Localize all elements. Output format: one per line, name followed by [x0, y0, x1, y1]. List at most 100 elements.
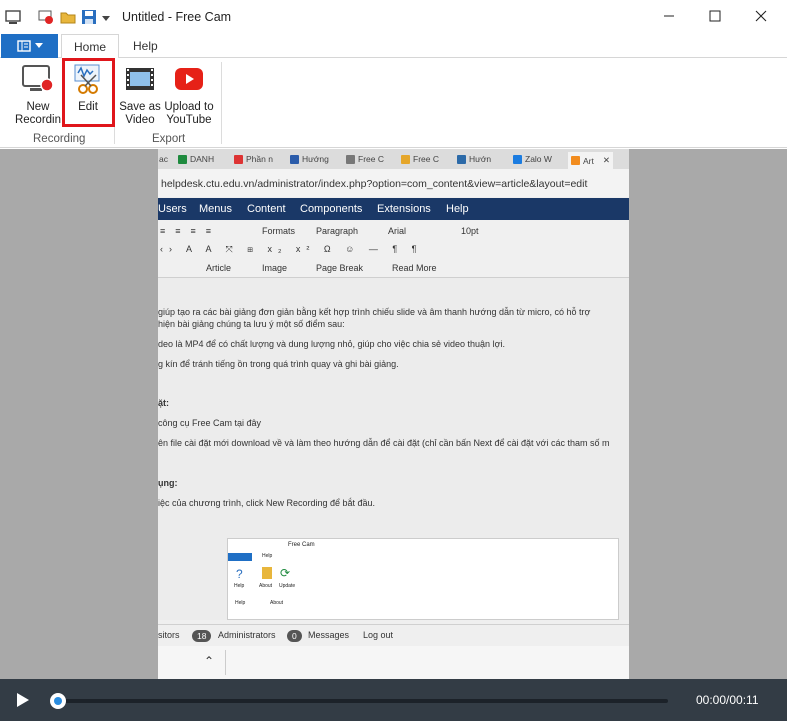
maximize-icon — [709, 10, 721, 22]
mini-update-icon: ⟳ — [280, 566, 291, 580]
open-folder-icon[interactable] — [60, 9, 76, 25]
browser-tab: ac — [159, 152, 168, 166]
article-button: Article — [206, 263, 232, 273]
browser-tab-label: Art — [583, 155, 594, 166]
menu-components: Components — [300, 203, 363, 215]
logout-label: Log out — [363, 630, 394, 640]
content-line: công cụ Free Cam tại đây — [158, 418, 262, 428]
mini-help-icon: ? — [236, 567, 243, 581]
mini-file-tab — [228, 553, 252, 561]
close-button[interactable] — [738, 0, 784, 32]
content-line: ên file cài đặt mới download về và làm t… — [158, 438, 610, 448]
film-icon — [123, 62, 157, 96]
browser-tab: Phần n — [234, 152, 273, 166]
admins-count-badge: 18 — [192, 630, 212, 642]
browser-tab-label: Hướn — [469, 154, 492, 164]
browser-tab-label: Zalo W — [525, 154, 552, 164]
new-recording-label: New Recordin — [14, 101, 62, 126]
taskbar-area: ⌃ — [158, 646, 629, 679]
size-dropdown: 10pt — [461, 226, 479, 236]
group-label-recording: Recording — [33, 133, 86, 145]
image-button: Image — [262, 263, 288, 273]
mini-button-label: About — [259, 583, 273, 589]
close-icon: ✕ — [602, 155, 610, 165]
group-separator — [221, 62, 222, 144]
content-line: giúp tạo ra các bài giảng đơn giản bằng … — [158, 307, 591, 317]
gmail-icon — [234, 154, 243, 164]
page-icon — [346, 154, 355, 164]
new-recording-quick-icon[interactable] — [38, 9, 54, 25]
chevron-up-icon: ⌃ — [204, 654, 215, 668]
formats-dropdown: Formats — [262, 226, 296, 236]
save-as-video-button[interactable]: Save as Video — [118, 62, 162, 127]
browser-tab-label: Hướng — [302, 154, 329, 164]
app-icon — [5, 9, 21, 25]
joomla-icon — [571, 156, 580, 165]
upload-youtube-button[interactable]: Upload to YouTube — [161, 62, 217, 127]
save-icon[interactable] — [81, 9, 97, 25]
time-readout: 00:00/00:11 — [696, 693, 759, 707]
file-menu-button[interactable] — [1, 34, 58, 58]
new-recording-button[interactable]: New Recordin — [10, 62, 66, 127]
maximize-button[interactable] — [692, 0, 738, 32]
tab-help[interactable]: Help — [121, 34, 170, 59]
seek-handle[interactable] — [50, 693, 66, 709]
browser-tab: Free C — [401, 152, 439, 166]
playback-bar: 00:00/00:11 — [0, 679, 787, 721]
format-icons: ‹› A A ⤧ ⊞ x₂ x² Ω ☺ — ¶ ¶ — [160, 244, 423, 254]
mini-button-label: Update — [279, 583, 296, 589]
mini-group-label: Help — [235, 600, 246, 606]
browser-tab-label: ac — [159, 154, 168, 164]
new-recording-icon — [21, 62, 55, 96]
play-icon — [17, 693, 29, 707]
messages-label: Messages — [308, 630, 350, 640]
page-break-button: Page Break — [316, 263, 364, 273]
font-dropdown: Arial — [388, 226, 407, 236]
admins-label: Administrators — [218, 630, 276, 640]
mini-about-icon — [262, 567, 272, 579]
mini-button-label: Help — [234, 583, 245, 589]
page-icon — [457, 154, 466, 164]
youtube-icon — [172, 62, 206, 96]
address-bar: helpdesk.ctu.edu.vn/administrator/index.… — [158, 169, 629, 197]
quick-access-dropdown-icon[interactable] — [101, 12, 117, 28]
content-line: hiện bài giảng chúng ta lưu ý một số điể… — [158, 319, 345, 329]
play-button[interactable] — [15, 692, 31, 711]
browser-tab-active: Art ✕ — [568, 152, 613, 169]
upload-youtube-label: Upload to YouTube — [164, 101, 214, 126]
group-label-export: Export — [152, 133, 186, 145]
recorded-screen-preview: ac DANH Phần n Hướng Free C Free C Hướn … — [158, 149, 629, 679]
word-icon — [290, 154, 299, 164]
menu-menus: Menus — [199, 203, 233, 215]
menu-extensions: Extensions — [377, 203, 431, 215]
video-stage: ac DANH Phần n Hướng Free C Free C Hướn … — [0, 149, 787, 679]
chevron-down-icon — [34, 43, 43, 48]
joomla-menu: Users Menus Content Components Extension… — [158, 198, 629, 220]
read-more-button: Read More — [392, 263, 437, 273]
minimize-icon — [664, 15, 674, 17]
page-icon — [401, 154, 410, 164]
mini-tab-help: Help — [262, 553, 273, 559]
browser-tab-strip: ac DANH Phần n Hướng Free C Free C Hướn … — [158, 149, 629, 169]
content-line: deo là MP4 để có chất lượng và dung lượn… — [158, 339, 505, 349]
tab-home[interactable]: Home — [61, 34, 120, 59]
window-title: Untitled - Free Cam — [122, 10, 232, 24]
browser-tab: DANH — [178, 152, 214, 166]
minimize-button[interactable] — [646, 0, 692, 32]
browser-tab-label: Free C — [413, 154, 439, 164]
admin-status-bar: sitors 18 Administrators 0 Messages Log … — [158, 624, 629, 646]
editor-toolbar: ≡≡≡≡ Formats Paragraph Arial 10pt ‹› A A… — [158, 220, 629, 278]
title-bar: Untitled - Free Cam — [0, 0, 787, 34]
save-as-video-label: Save as Video — [119, 101, 161, 126]
browser-tab: Zalo W — [513, 152, 552, 166]
paragraph-dropdown: Paragraph — [316, 226, 359, 236]
ribbon-panel: New Recordin Edit Save as Video Upload t… — [0, 58, 787, 148]
browser-tab: Hướn — [457, 152, 491, 166]
browser-tab-label: Phần n — [246, 154, 273, 164]
menu-icon — [16, 40, 31, 52]
browser-tab: Free C — [346, 152, 384, 166]
seek-track[interactable] — [58, 699, 668, 703]
sheets-icon — [178, 154, 187, 164]
content-heading: ụng: — [158, 478, 178, 488]
menu-content: Content — [247, 203, 286, 215]
